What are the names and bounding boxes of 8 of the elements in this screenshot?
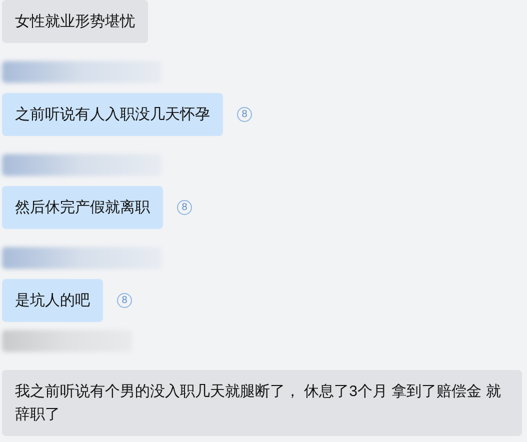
message-bubble: 是坑人的吧 bbox=[2, 279, 103, 322]
message-bubble: 之前听说有人入职没几天怀孕 bbox=[2, 93, 223, 136]
message-bubble: 然后休完产假就离职 bbox=[2, 186, 163, 229]
message-bubble: 女性就业形势堪忧 bbox=[2, 0, 148, 43]
read-count: 8 bbox=[177, 200, 192, 215]
read-count: 8 bbox=[237, 107, 252, 122]
message-bubble: 我之前听说有个男的没入职几天就腿断了， 休息了3个月 拿到了赔偿金 就辞职了 bbox=[2, 370, 522, 436]
read-count: 8 bbox=[117, 293, 132, 308]
